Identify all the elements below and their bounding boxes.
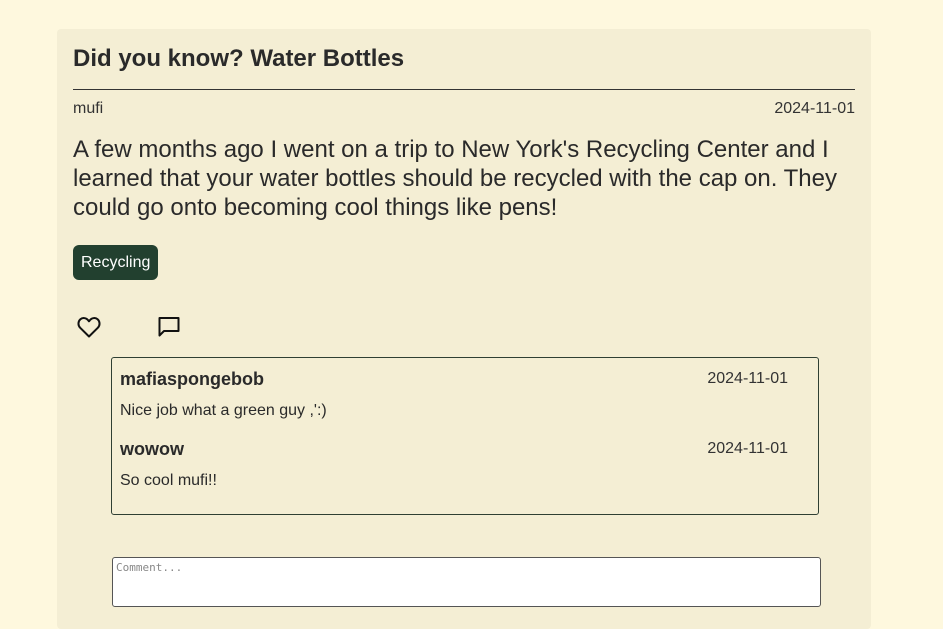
post-date: 2024-11-01	[774, 100, 855, 117]
post-body: A few months ago I went on a trip to New…	[73, 136, 838, 221]
comment-text: So cool mufi!!	[120, 472, 217, 489]
comment-input[interactable]	[112, 557, 821, 607]
post-card: Did you know? Water Bottles mufi 2024-11…	[57, 29, 871, 629]
speech-bubble-icon	[158, 317, 180, 337]
comment-text: Nice job what a green guy ,':)	[120, 402, 327, 419]
comment-button[interactable]	[154, 312, 184, 342]
comment-author[interactable]: mafiaspongebob	[120, 369, 264, 390]
post-author[interactable]: mufi	[73, 100, 103, 118]
comment-date: 2024-11-01	[707, 440, 788, 457]
comment-date: 2024-11-01	[707, 370, 788, 387]
tag-badge[interactable]: Recycling	[73, 245, 159, 280]
heart-icon	[77, 317, 101, 338]
title-divider	[73, 89, 855, 90]
like-button[interactable]	[74, 312, 104, 342]
post-title: Did you know? Water Bottles	[73, 45, 405, 72]
comment-author[interactable]: wowow	[120, 439, 184, 460]
comments-list: mafiaspongebob 2024-11-01 Nice job what …	[111, 357, 819, 515]
